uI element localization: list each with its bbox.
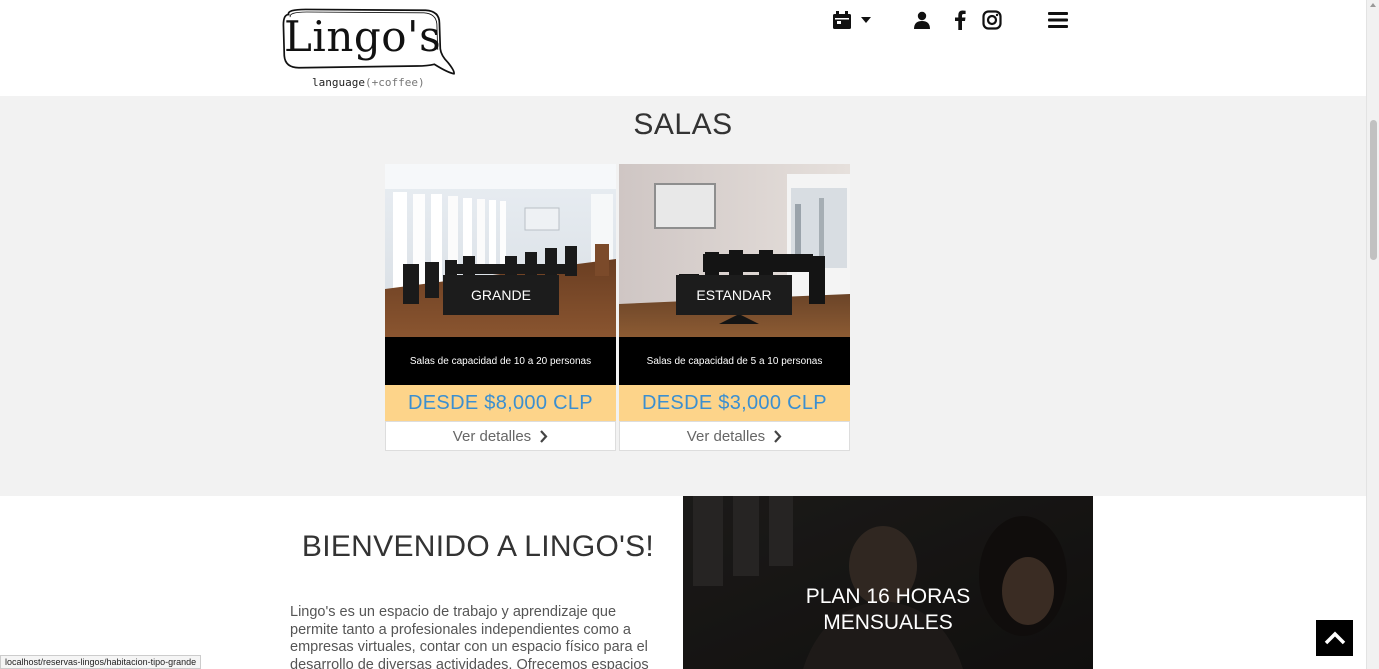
plan-title: PLAN 16 HORAS MENSUALES (683, 584, 1093, 636)
back-to-top-button[interactable] (1316, 620, 1353, 656)
room-description: Salas de capacidad de 5 a 10 personas (619, 337, 850, 385)
ver-detalles-link[interactable]: Ver detalles (619, 421, 850, 451)
menu-icon[interactable] (1044, 6, 1072, 34)
calendar-icon[interactable] (828, 6, 856, 34)
ver-detalles-label: Ver detalles (452, 427, 532, 445)
room-name: ESTANDAR (676, 275, 792, 315)
salas-section: SALAS GRANDE Salas de capacidad de 10 a … (0, 96, 1366, 496)
plan-banner[interactable]: PLAN 16 HORAS MENSUALES (683, 496, 1093, 669)
room-price: DESDE $3,000 CLP (619, 385, 850, 421)
room-card-grande[interactable]: GRANDE Salas de capacidad de 10 a 20 per… (385, 164, 616, 451)
welcome-text-line: desarrollo de diversas actividades. Ofre… (290, 656, 649, 669)
brand-tagline-main: language (312, 76, 365, 89)
welcome-text-line: permite tanto a profesionales independie… (290, 621, 631, 638)
room-name: GRANDE (443, 275, 559, 315)
site-header: Lingo's language(+coffee) (0, 0, 1366, 96)
caret-down-icon[interactable] (856, 6, 876, 34)
page-scrollbar[interactable] (1366, 0, 1379, 669)
salas-title: SALAS (633, 108, 733, 141)
chevron-right-icon (540, 429, 548, 443)
brand-name: Lingo's (284, 12, 442, 61)
welcome-title: BIENVENIDO A LINGO'S! (301, 530, 655, 563)
welcome-text-line: empresas virtuales, contar con un espaci… (290, 639, 648, 655)
instagram-icon[interactable] (978, 6, 1006, 34)
room-card-estandar[interactable]: ESTANDAR Salas de capacidad de 5 a 10 pe… (619, 164, 850, 451)
scrollbar-thumb[interactable] (1370, 120, 1377, 260)
welcome-text-line: Lingo's es un espacio de trabajo y apren… (290, 604, 617, 620)
welcome-text: Lingo's es un espacio de trabajo y apren… (290, 604, 662, 669)
room-description: Salas de capacidad de 10 a 20 personas (385, 337, 616, 385)
scroll-up-arrow-icon[interactable] (1370, 3, 1376, 7)
chevron-right-icon (774, 429, 782, 443)
ver-detalles-link[interactable]: Ver detalles (385, 421, 616, 451)
room-price: DESDE $8,000 CLP (385, 385, 616, 421)
plan-title-line: PLAN 16 HORAS (805, 585, 971, 608)
plan-title-line: MENSUALES (823, 611, 953, 634)
status-bar-url: localhost/reservas-lingos/habitacion-tip… (0, 655, 202, 669)
brand-tagline-paren: (+coffee) (364, 76, 425, 89)
plan-background-photo (683, 496, 1093, 669)
brand-logo[interactable]: Lingo's language(+coffee) (272, 2, 482, 92)
brand-tagline: language(+coffee) (312, 76, 425, 89)
user-icon[interactable] (908, 6, 936, 34)
ver-detalles-label: Ver detalles (686, 427, 766, 445)
chevron-up-icon (1324, 631, 1345, 645)
facebook-icon[interactable] (946, 6, 974, 34)
